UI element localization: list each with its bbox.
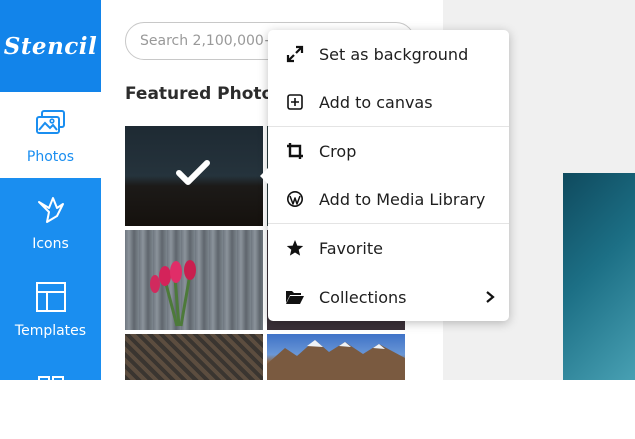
sidebar-item-label: Icons: [32, 236, 69, 252]
grid-icon: [33, 371, 69, 407]
expand-icon: [285, 44, 305, 64]
origami-bird-icon: [33, 192, 69, 228]
menu-item-label: Crop: [319, 141, 357, 161]
menu-item-add-to-canvas[interactable]: Add to canvas: [268, 78, 509, 126]
photo-thumbnail[interactable]: [267, 334, 405, 380]
menu-item-label: Favorite: [319, 238, 383, 258]
photo-thumbnail[interactable]: [125, 334, 263, 380]
menu-item-label: Collections: [319, 287, 407, 307]
folder-open-icon: [285, 287, 305, 307]
sidebar-item-photos[interactable]: Photos: [0, 92, 101, 178]
wordpress-icon: [285, 189, 305, 209]
menu-item-collections[interactable]: Collections: [268, 273, 509, 321]
left-sidebar: Stencil Photos Icons Templates: [0, 0, 101, 388]
menu-item-label: Add to canvas: [319, 92, 433, 112]
sidebar-item-label: Templates: [14, 323, 87, 339]
photo-thumbnail[interactable]: [125, 230, 263, 330]
section-title: Featured Photos: [125, 84, 284, 104]
menu-pointer: [260, 168, 268, 184]
checkmark-icon: [176, 160, 210, 185]
sidebar-item-templates[interactable]: Templates: [0, 266, 101, 352]
crop-icon: [285, 141, 305, 161]
templates-icon: [33, 279, 69, 315]
menu-item-favorite[interactable]: Favorite: [268, 224, 509, 272]
sidebar-item-label: Photos: [26, 149, 75, 165]
photo-context-menu: Set as background Add to canvas Crop Add…: [260, 30, 509, 321]
menu-item-label: Add to Media Library: [319, 189, 486, 209]
stencil-logo[interactable]: Stencil: [0, 0, 101, 92]
menu-item-crop[interactable]: Crop: [268, 127, 509, 175]
canvas-background-image[interactable]: [563, 173, 635, 380]
star-icon: [285, 238, 305, 258]
mountains-image: [267, 340, 405, 380]
photos-icon: [33, 105, 69, 141]
menu-item-label: Set as background: [319, 44, 469, 64]
photo-thumbnail-selected[interactable]: [125, 126, 263, 226]
sidebar-item-more[interactable]: [0, 353, 101, 439]
chevron-right-icon: [486, 291, 495, 303]
menu-item-add-to-media-library[interactable]: Add to Media Library: [268, 175, 509, 223]
sidebar-item-icons[interactable]: Icons: [0, 179, 101, 265]
tulips-image: [150, 260, 196, 327]
menu-item-set-as-background[interactable]: Set as background: [268, 30, 509, 78]
add-square-icon: [285, 92, 305, 112]
